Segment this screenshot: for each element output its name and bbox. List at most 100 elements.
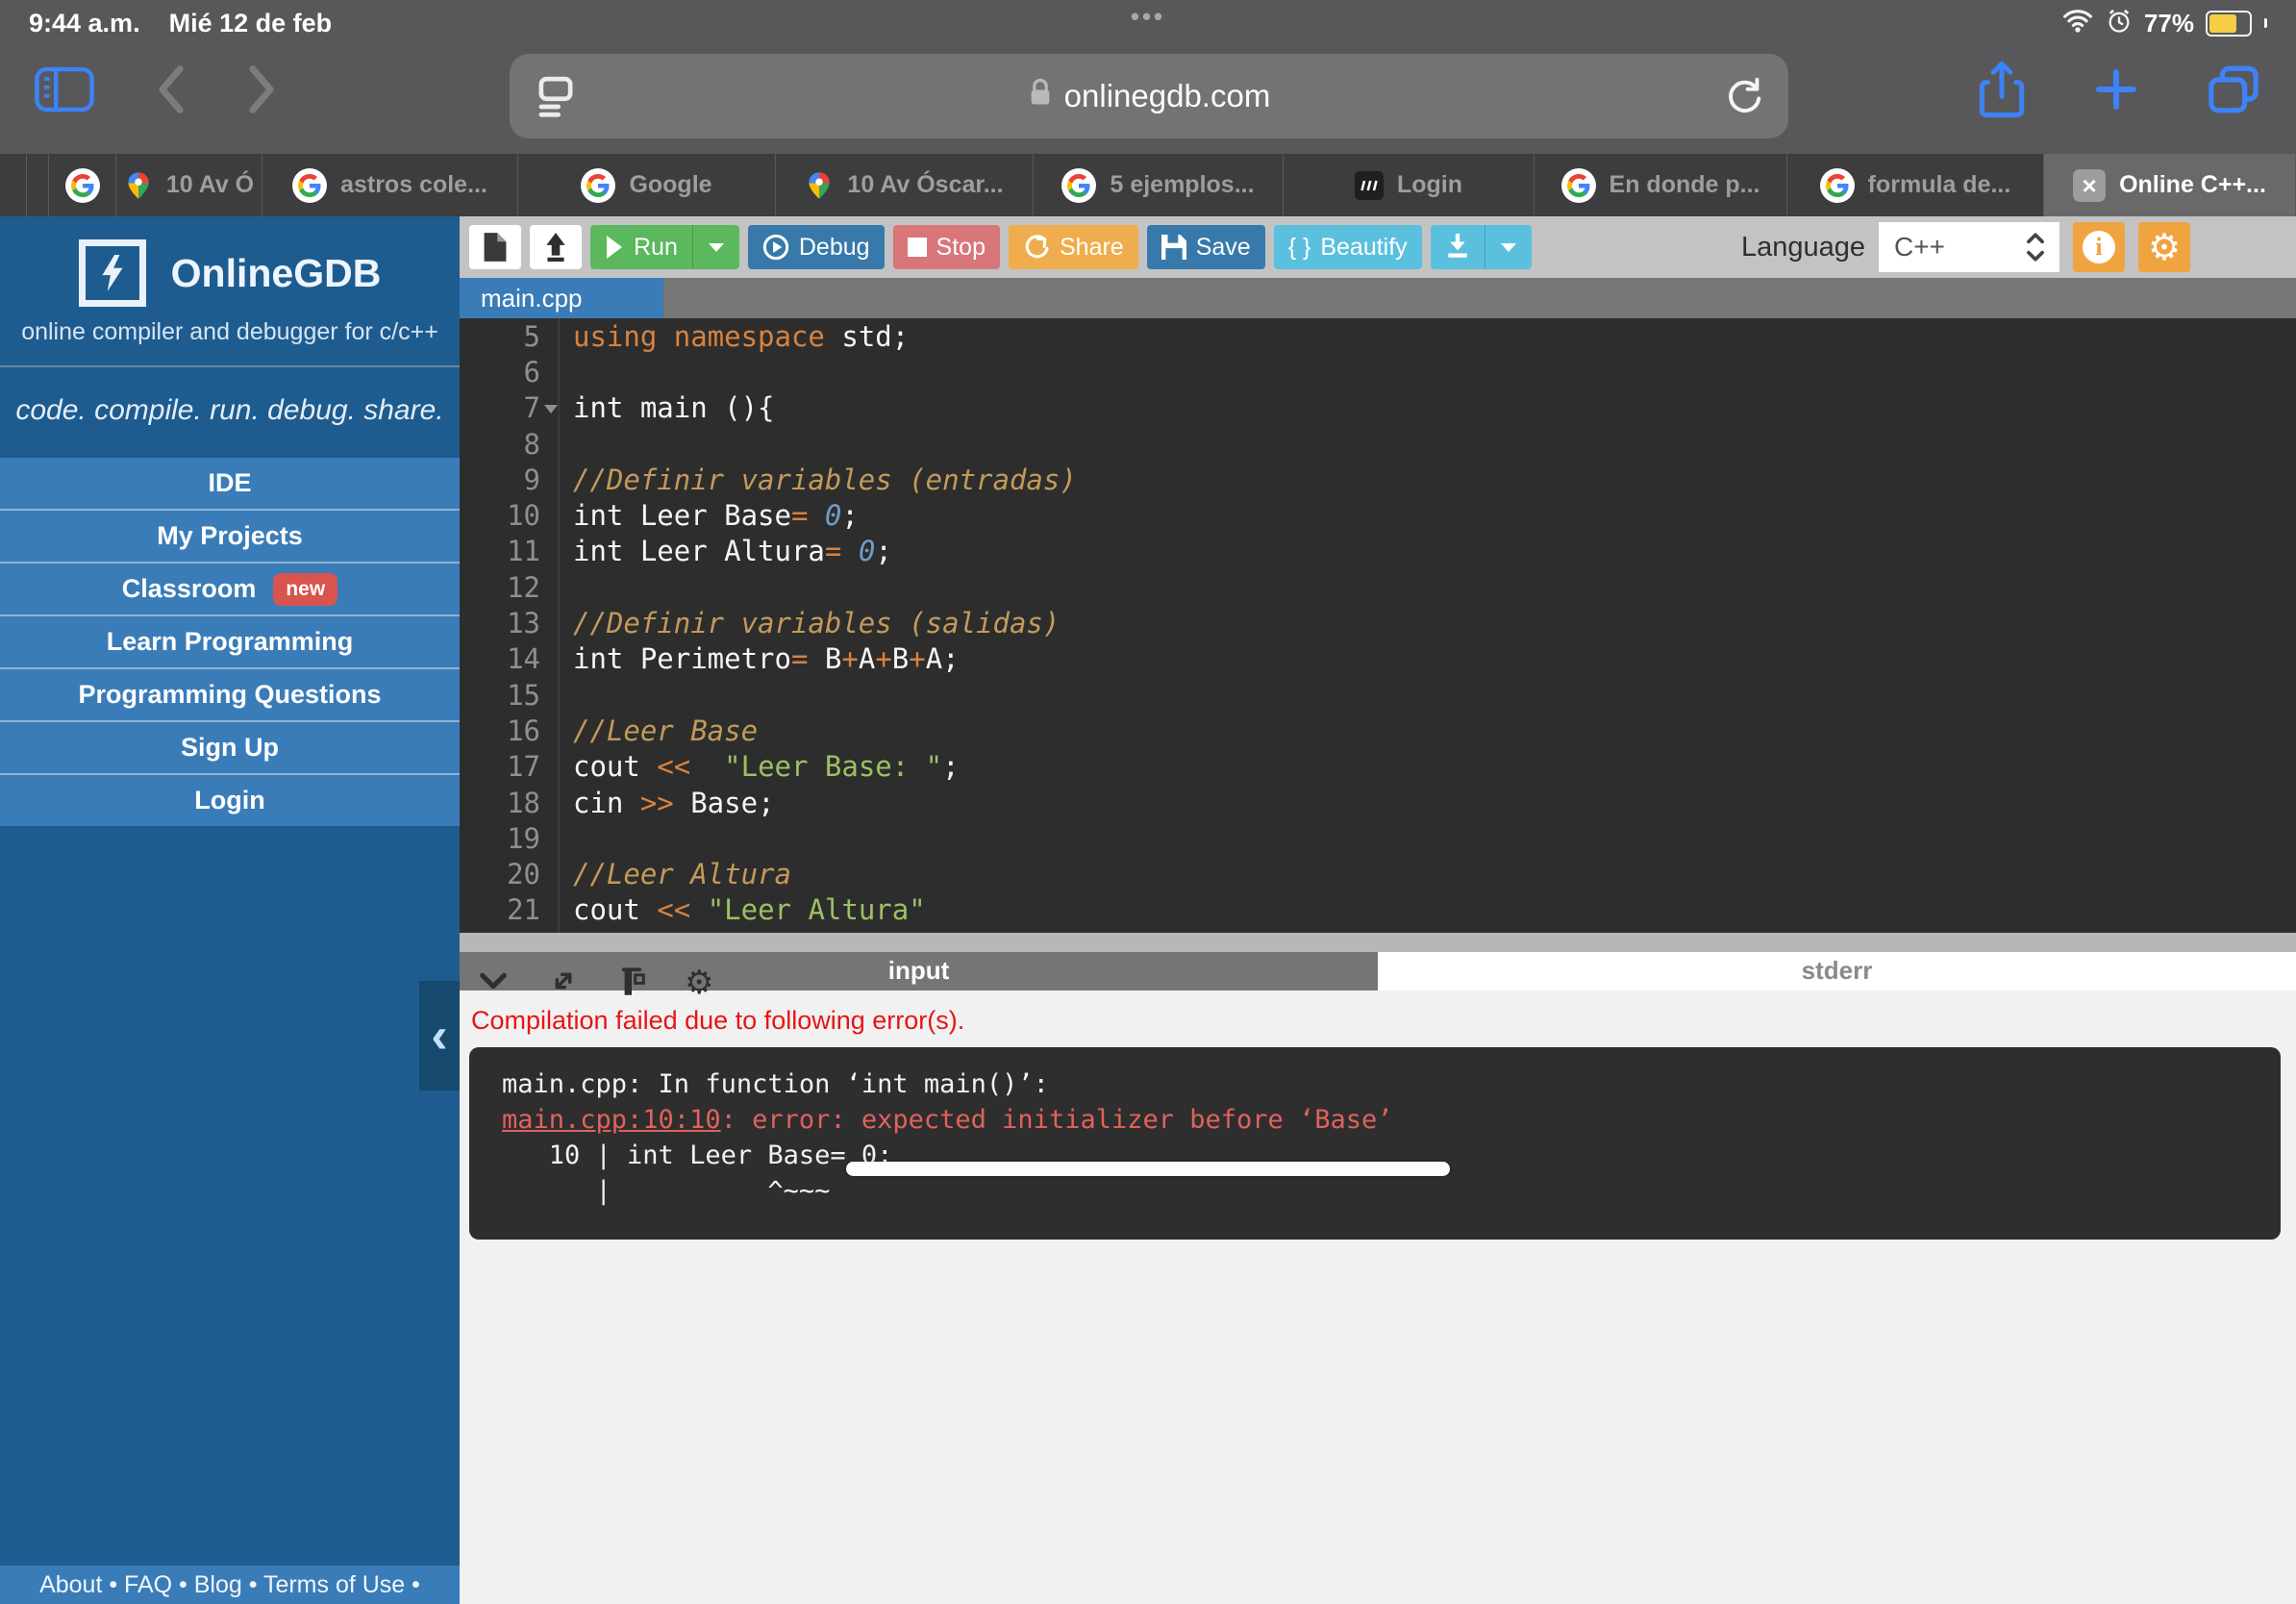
beautify-button[interactable]: { } Beautify [1274, 225, 1422, 269]
new-file-button[interactable] [469, 225, 521, 269]
code-line[interactable]: 21cout << "Leer Altura" [460, 892, 2296, 928]
code-line[interactable]: 8 [460, 426, 2296, 462]
browser-tab[interactable]: formula de... [1787, 154, 2044, 216]
close-icon[interactable]: × [2073, 169, 2106, 202]
line-number: 10 [460, 497, 560, 533]
line-number: 17 [460, 749, 560, 785]
run-button[interactable]: Run [590, 225, 692, 269]
sidebar-item-ide[interactable]: IDE [0, 458, 460, 509]
code-line[interactable]: 16//Leer Base [460, 713, 2296, 748]
browser-tab[interactable]: 10 Av Óscar... [776, 154, 1034, 216]
console-line: main.cpp: In function ‘int main()’: [502, 1066, 2248, 1102]
sidebar-item-login[interactable]: Login [0, 773, 460, 826]
tab-title: 10 Av Óscar... [847, 171, 1003, 199]
battery-fill [2209, 14, 2236, 33]
expand-panel-icon[interactable] [548, 965, 579, 1001]
code-line[interactable]: 6 [460, 354, 2296, 389]
download-options-button[interactable] [1485, 225, 1532, 269]
format-output-icon[interactable] [617, 965, 646, 1001]
sidebar-item-learn-programming[interactable]: Learn Programming [0, 614, 460, 667]
address-bar[interactable]: onlinegdb.com [510, 54, 1788, 138]
sidebar-item-my-projects[interactable]: My Projects [0, 509, 460, 562]
sidebar-item-classroom[interactable]: Classroomnew [0, 562, 460, 614]
sidebar-collapse-button[interactable]: ‹ [419, 981, 460, 1090]
code-line[interactable]: 14int Perimetro= B+A+B+A; [460, 641, 2296, 677]
tab-title: Login [1397, 171, 1462, 199]
fold-marker-icon[interactable] [544, 405, 558, 414]
code-line[interactable]: 13//Definir variables (salidas) [460, 605, 2296, 640]
code-line[interactable]: 20//Leer Altura [460, 856, 2296, 891]
language-label: Language [1741, 232, 1865, 263]
tab-title: formula de... [1868, 171, 2011, 199]
gear-icon: ⚙ [2148, 229, 2181, 265]
page-settings-icon[interactable] [535, 75, 577, 122]
share-button[interactable]: Share [1009, 225, 1138, 269]
stop-button[interactable]: Stop [893, 225, 1000, 269]
tab-stderr[interactable]: stderr [1378, 952, 2296, 990]
code-line[interactable]: 19 [460, 820, 2296, 856]
debug-button[interactable]: Debug [748, 225, 885, 269]
tabs-overview-icon[interactable] [2206, 63, 2261, 121]
tab-bar: 10 Av Ó astros cole... Google 10 Av Óscar..… [0, 154, 2296, 216]
browser-tab-active[interactable]: ×Online C++... [2044, 154, 2296, 216]
sidebar-item-programming-questions[interactable]: Programming Questions [0, 667, 460, 720]
line-number: 6 [460, 354, 560, 389]
horizontal-scroll-indicator[interactable] [846, 1162, 1450, 1176]
io-settings-gear-icon[interactable]: ⚙ [685, 966, 713, 999]
code-line[interactable]: 11int Leer Altura= 0; [460, 534, 2296, 569]
google-icon [1561, 168, 1596, 203]
sidebar-item-sign-up[interactable]: Sign Up [0, 720, 460, 773]
browser-tab[interactable]: astros cole... [262, 154, 518, 216]
language-select[interactable]: C++ [1879, 222, 2059, 272]
url-text: onlinegdb.com [1064, 78, 1271, 114]
io-tab-bar: ⚙ input stderr [460, 952, 2296, 990]
back-icon[interactable] [156, 64, 187, 119]
code-line[interactable]: 5using namespace std; [460, 318, 2296, 354]
code-line[interactable]: 10int Leer Base= 0; [460, 497, 2296, 533]
code-line[interactable]: 9//Definir variables (entradas) [460, 462, 2296, 497]
error-location-link[interactable]: main.cpp:10:10 [502, 1105, 721, 1135]
browser-tab[interactable]: Login [1284, 154, 1535, 216]
lightning-bolt-icon [79, 239, 146, 307]
browser-tab[interactable] [49, 154, 116, 216]
info-icon: i [2083, 231, 2115, 263]
save-button[interactable]: Save [1147, 225, 1265, 269]
code-text: int main (){ [560, 391, 775, 424]
sidebar-toggle-icon[interactable] [33, 63, 96, 120]
reload-icon[interactable] [1723, 75, 1765, 122]
browser-tab[interactable]: 5 ejemplos... [1034, 154, 1284, 216]
sidebar-footer-links[interactable]: About • FAQ • Blog • Terms of Use • [0, 1566, 460, 1604]
code-line[interactable]: 15 [460, 677, 2296, 713]
browser-tab[interactable] [0, 154, 27, 216]
forward-icon[interactable] [246, 64, 277, 119]
code-text: cin >> Base; [560, 787, 775, 819]
download-button[interactable] [1431, 225, 1485, 269]
browser-tab[interactable]: 10 Av Ó [116, 154, 262, 216]
tab-title: Google [629, 171, 711, 199]
code-text: int Leer Altura= 0; [560, 535, 892, 567]
info-button[interactable]: i [2073, 222, 2125, 272]
clock-date: Mié 12 de feb [169, 9, 333, 38]
upload-button[interactable] [530, 225, 582, 269]
share-icon[interactable] [1977, 60, 2027, 124]
multitask-dots-icon[interactable]: ••• [1131, 2, 1165, 32]
code-line[interactable]: 17cout << "Leer Base: "; [460, 749, 2296, 785]
settings-button[interactable]: ⚙ [2138, 222, 2190, 272]
code-line[interactable]: 7int main (){ [460, 390, 2296, 426]
google-icon [1820, 168, 1855, 203]
browser-tab[interactable]: En donde p... [1535, 154, 1787, 216]
code-editor[interactable]: 5using namespace std;67int main (){89//D… [460, 318, 2296, 933]
browser-tab[interactable]: Google [518, 154, 776, 216]
code-line[interactable]: 12 [460, 569, 2296, 605]
collapse-panel-icon[interactable] [477, 966, 510, 1000]
browser-tab[interactable] [27, 154, 49, 216]
brand-logo[interactable]: OnlineGDB [0, 239, 460, 307]
code-line[interactable]: 18cin >> Base; [460, 785, 2296, 820]
sidebar-item-label: Sign Up [181, 733, 279, 763]
run-options-button[interactable] [692, 225, 739, 269]
new-tab-icon[interactable] [2090, 63, 2142, 120]
console-output[interactable]: main.cpp: In function ‘int main()’:main.… [469, 1047, 2281, 1240]
file-tab-main-cpp[interactable]: main.cpp [460, 278, 663, 318]
editor-scrollbar-track[interactable] [460, 933, 2296, 952]
tab-title: 10 Av Ó [166, 171, 254, 199]
